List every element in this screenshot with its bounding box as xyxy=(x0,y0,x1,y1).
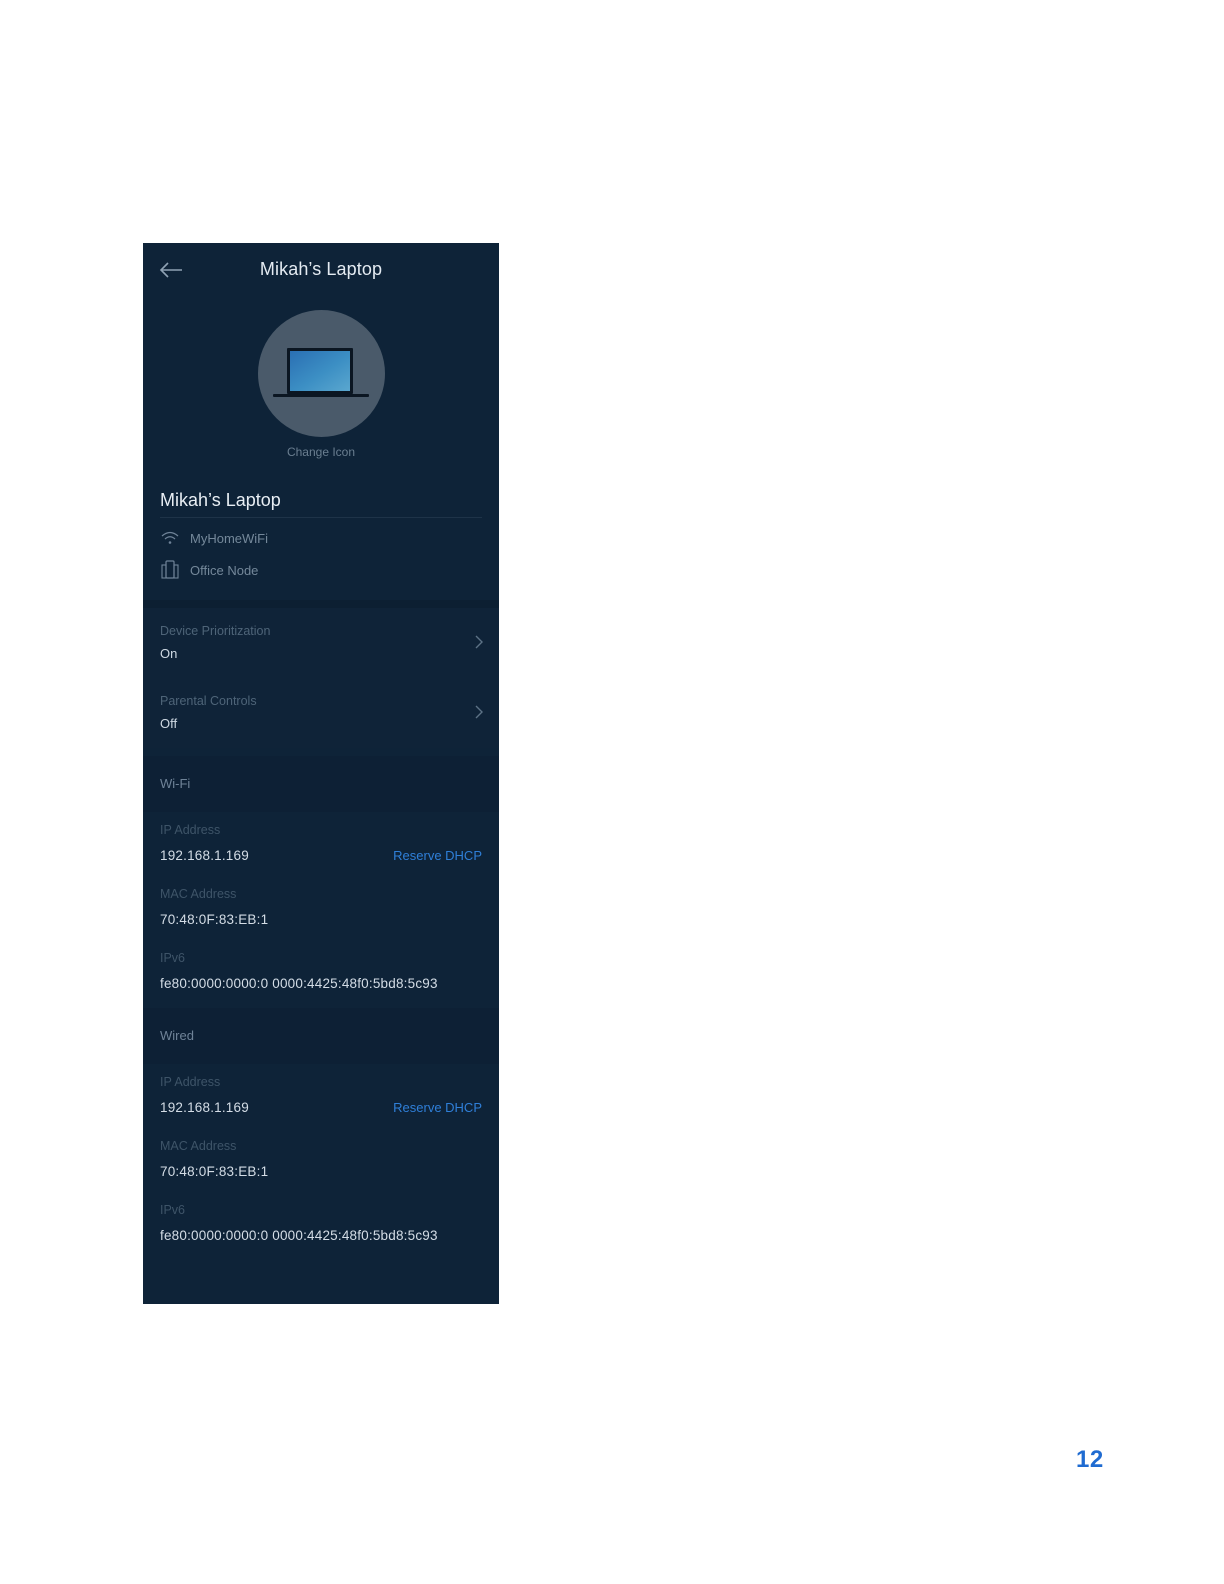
network-name: MyHomeWiFi xyxy=(190,530,268,546)
network-row: MyHomeWiFi xyxy=(160,527,268,549)
wired-ipv6-label: IPv6 xyxy=(160,1203,186,1217)
wifi-reserve-dhcp-link[interactable]: Reserve DHCP xyxy=(393,848,482,863)
wifi-ip-value: 192.168.1.169 xyxy=(160,848,249,863)
wired-ipv6-value: fe80:0000:0000:0 0000:4425:48f0:5bd8:5c9… xyxy=(160,1228,438,1243)
laptop-icon xyxy=(273,348,369,397)
wifi-mac-label: MAC Address xyxy=(160,887,237,901)
chevron-right-icon xyxy=(475,635,483,649)
wifi-icon xyxy=(160,528,180,548)
device-avatar[interactable] xyxy=(258,310,385,437)
section-separator xyxy=(143,600,499,608)
node-row: Office Node xyxy=(160,559,258,581)
wired-mac-label: MAC Address xyxy=(160,1139,237,1153)
section-title: Wi-Fi xyxy=(160,776,191,791)
divider xyxy=(160,517,482,518)
setting-label: Device Prioritization xyxy=(160,624,271,638)
wired-ip-value: 192.168.1.169 xyxy=(160,1100,249,1115)
node-name: Office Node xyxy=(190,562,259,578)
chevron-right-icon xyxy=(475,705,483,719)
wired-mac-value: 70:48:0F:83:EB:1 xyxy=(160,1164,269,1179)
page-title: Mikah’s Laptop xyxy=(259,259,383,279)
page-number: 12 xyxy=(1076,1446,1104,1473)
wifi-section-header: Wi-Fi xyxy=(143,756,499,812)
wired-section-header: Wired xyxy=(143,1008,499,1064)
setting-label: Parental Controls xyxy=(160,694,257,708)
device-details-screen: Mikah’s Laptop Change Icon Mikah’s Lapto… xyxy=(143,243,499,1304)
section-title: Wired xyxy=(160,1028,194,1043)
parental-controls-row[interactable]: Parental Controls Off xyxy=(143,678,499,748)
wired-reserve-dhcp-link[interactable]: Reserve DHCP xyxy=(393,1100,482,1115)
device-prioritization-row[interactable]: Device Prioritization On xyxy=(143,608,499,678)
header: Mikah’s Laptop xyxy=(143,243,499,299)
change-icon-link[interactable]: Change Icon xyxy=(143,445,499,459)
wired-ip-label: IP Address xyxy=(160,1075,221,1089)
device-name: Mikah’s Laptop xyxy=(160,490,281,510)
setting-value: Off xyxy=(160,716,178,731)
wifi-ip-label: IP Address xyxy=(160,823,221,837)
node-icon xyxy=(160,560,180,580)
setting-value: On xyxy=(160,646,178,661)
wifi-ipv6-label: IPv6 xyxy=(160,951,186,965)
wifi-ipv6-value: fe80:0000:0000:0 0000:4425:48f0:5bd8:5c9… xyxy=(160,976,438,991)
wifi-mac-value: 70:48:0F:83:EB:1 xyxy=(160,912,269,927)
